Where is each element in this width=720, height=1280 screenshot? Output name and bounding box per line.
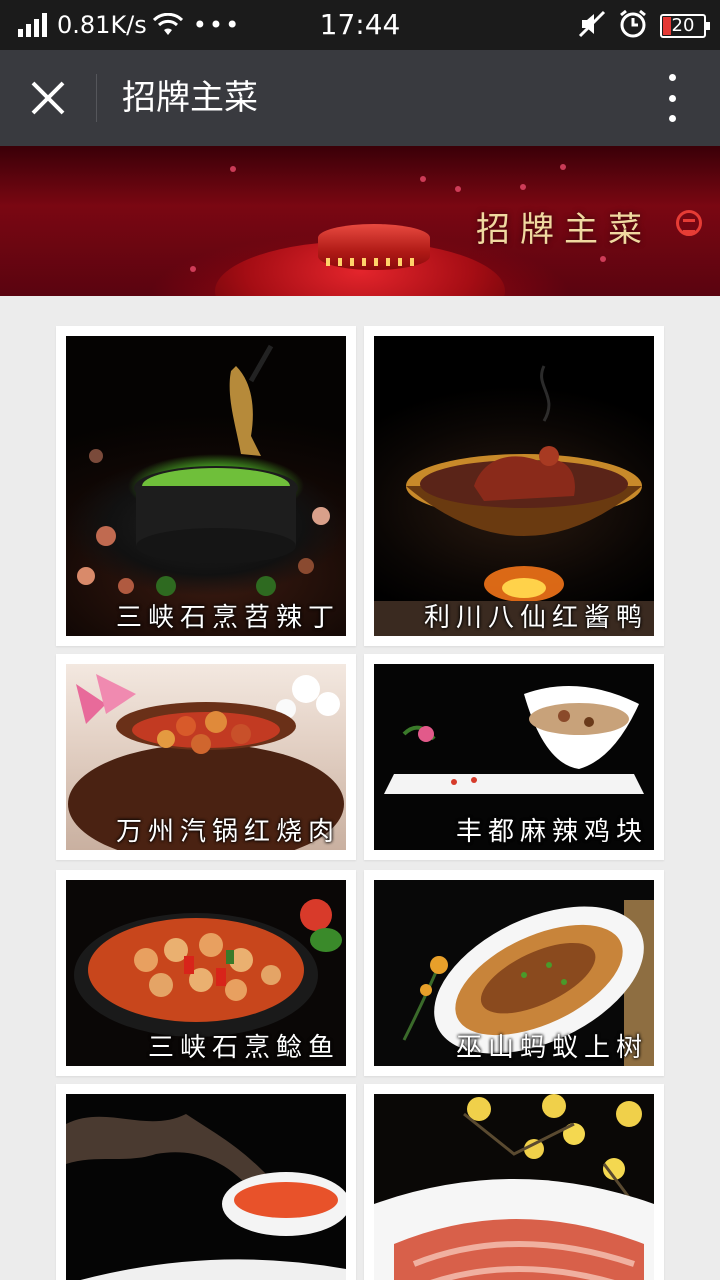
- dish-photo: [374, 1094, 654, 1280]
- status-right: 20: [578, 9, 710, 43]
- dish-card[interactable]: [56, 1084, 356, 1280]
- more-menu-button[interactable]: [660, 74, 684, 122]
- dish-card[interactable]: 丰都麻辣鸡块: [364, 654, 664, 860]
- banner: 招牌主菜: [0, 146, 720, 296]
- more-vertical-icon: [668, 74, 676, 81]
- dish-photo: 巫山蚂蚁上树: [374, 880, 654, 1066]
- close-button[interactable]: [22, 72, 74, 124]
- title-bar: 招牌主菜: [0, 50, 720, 146]
- dish-card[interactable]: 万州汽锅红烧肉: [56, 654, 356, 860]
- dish-photo: 万州汽锅红烧肉: [66, 664, 346, 850]
- dish-name: 巫山蚂蚁上树: [455, 1033, 648, 1063]
- dish-name: 万州汽锅红烧肉: [115, 817, 340, 847]
- page-title: 招牌主菜: [122, 78, 258, 118]
- dish-photo: 丰都麻辣鸡块: [374, 664, 654, 850]
- close-icon: [31, 81, 65, 115]
- dish-card[interactable]: [364, 1084, 664, 1280]
- alarm-icon: [618, 9, 648, 43]
- title-divider: [96, 74, 97, 122]
- dish-photo: 利川八仙红酱鸭: [374, 336, 654, 636]
- battery-level: 20: [671, 15, 695, 36]
- dish-name: 利川八仙红酱鸭: [423, 603, 648, 633]
- dish-card[interactable]: 三峡石烹鲶鱼: [56, 870, 356, 1076]
- dish-card[interactable]: 利川八仙红酱鸭: [364, 326, 664, 646]
- banner-title: 招牌主菜: [476, 210, 652, 250]
- stage-lights: [326, 258, 422, 266]
- status-bar: 0.81K/s ••• 17:44 20: [0, 0, 720, 50]
- dish-name: 三峡石烹苕辣丁: [115, 603, 340, 633]
- dish-name: 丰都麻辣鸡块: [455, 817, 648, 847]
- dish-card[interactable]: 三峡石烹苕辣丁: [56, 326, 356, 646]
- dish-card[interactable]: 巫山蚂蚁上树: [364, 870, 664, 1076]
- mute-icon: [578, 10, 606, 42]
- dish-photo: 三峡石烹鲶鱼: [66, 880, 346, 1066]
- dish-photo: [66, 1094, 346, 1280]
- brand-logo-icon: [676, 210, 702, 236]
- dish-photo: 三峡石烹苕辣丁: [66, 336, 346, 636]
- battery-icon: 20: [660, 14, 710, 38]
- dish-name: 三峡石烹鲶鱼: [147, 1033, 340, 1063]
